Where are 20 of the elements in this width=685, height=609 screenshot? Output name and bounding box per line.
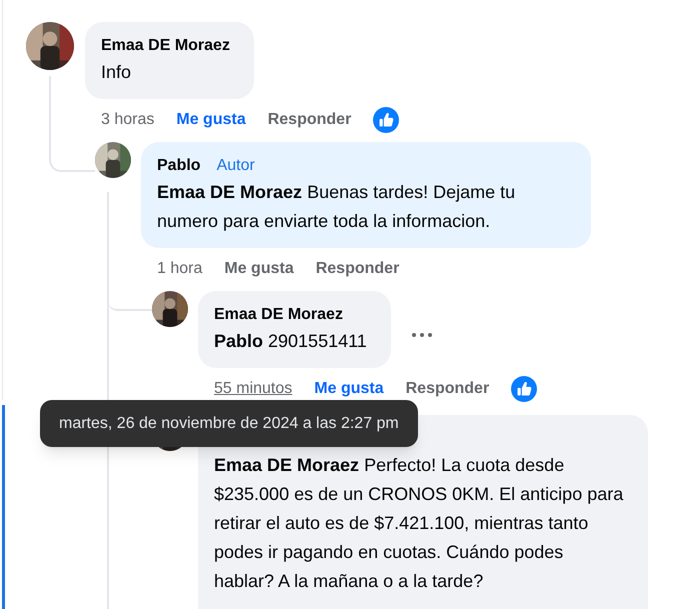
reply-button[interactable]: Responder [316, 257, 400, 281]
timestamp-link[interactable]: 3 horas [101, 108, 154, 132]
author-label: Autor [216, 156, 255, 176]
reply-button[interactable]: Responder [268, 108, 352, 132]
author-name[interactable]: Pablo [157, 154, 201, 178]
thumbs-up-icon[interactable] [511, 376, 538, 402]
timestamp-tooltip: martes, 26 de noviembre de 2024 a las 2:27 pm [40, 400, 418, 447]
thumbs-up-icon[interactable] [373, 107, 400, 133]
reply-button[interactable]: Responder [406, 377, 490, 401]
comment-text: Pablo 2901551411 [214, 330, 367, 353]
like-button[interactable]: Me gusta [224, 257, 294, 281]
comment-text: Emaa DE Moraez Buenas tardes! Dejame tu numero para enviarte toda la informacion. [157, 181, 516, 233]
like-button[interactable]: Me gusta [314, 377, 384, 401]
comment-text: Info [101, 61, 132, 84]
author-name[interactable]: Emaa DE Moraez [214, 303, 343, 327]
timestamp-link[interactable]: 1 hora [157, 257, 202, 281]
timestamp-link[interactable]: 55 minutos [214, 377, 292, 401]
like-button[interactable]: Me gusta [176, 108, 246, 132]
author-name[interactable]: Emaa DE Moraez [101, 34, 230, 58]
comment-text: Emaa DE Moraez Perfecto! La cuota desde $235.000 es de un CRONOS 0KM. El anticipo para retirar el auto es de $7.421.100, mientras tanto podes ir pagando en cuotas. Cuándo podes hablar? A la mañana o a la tarde? [214, 454, 624, 593]
